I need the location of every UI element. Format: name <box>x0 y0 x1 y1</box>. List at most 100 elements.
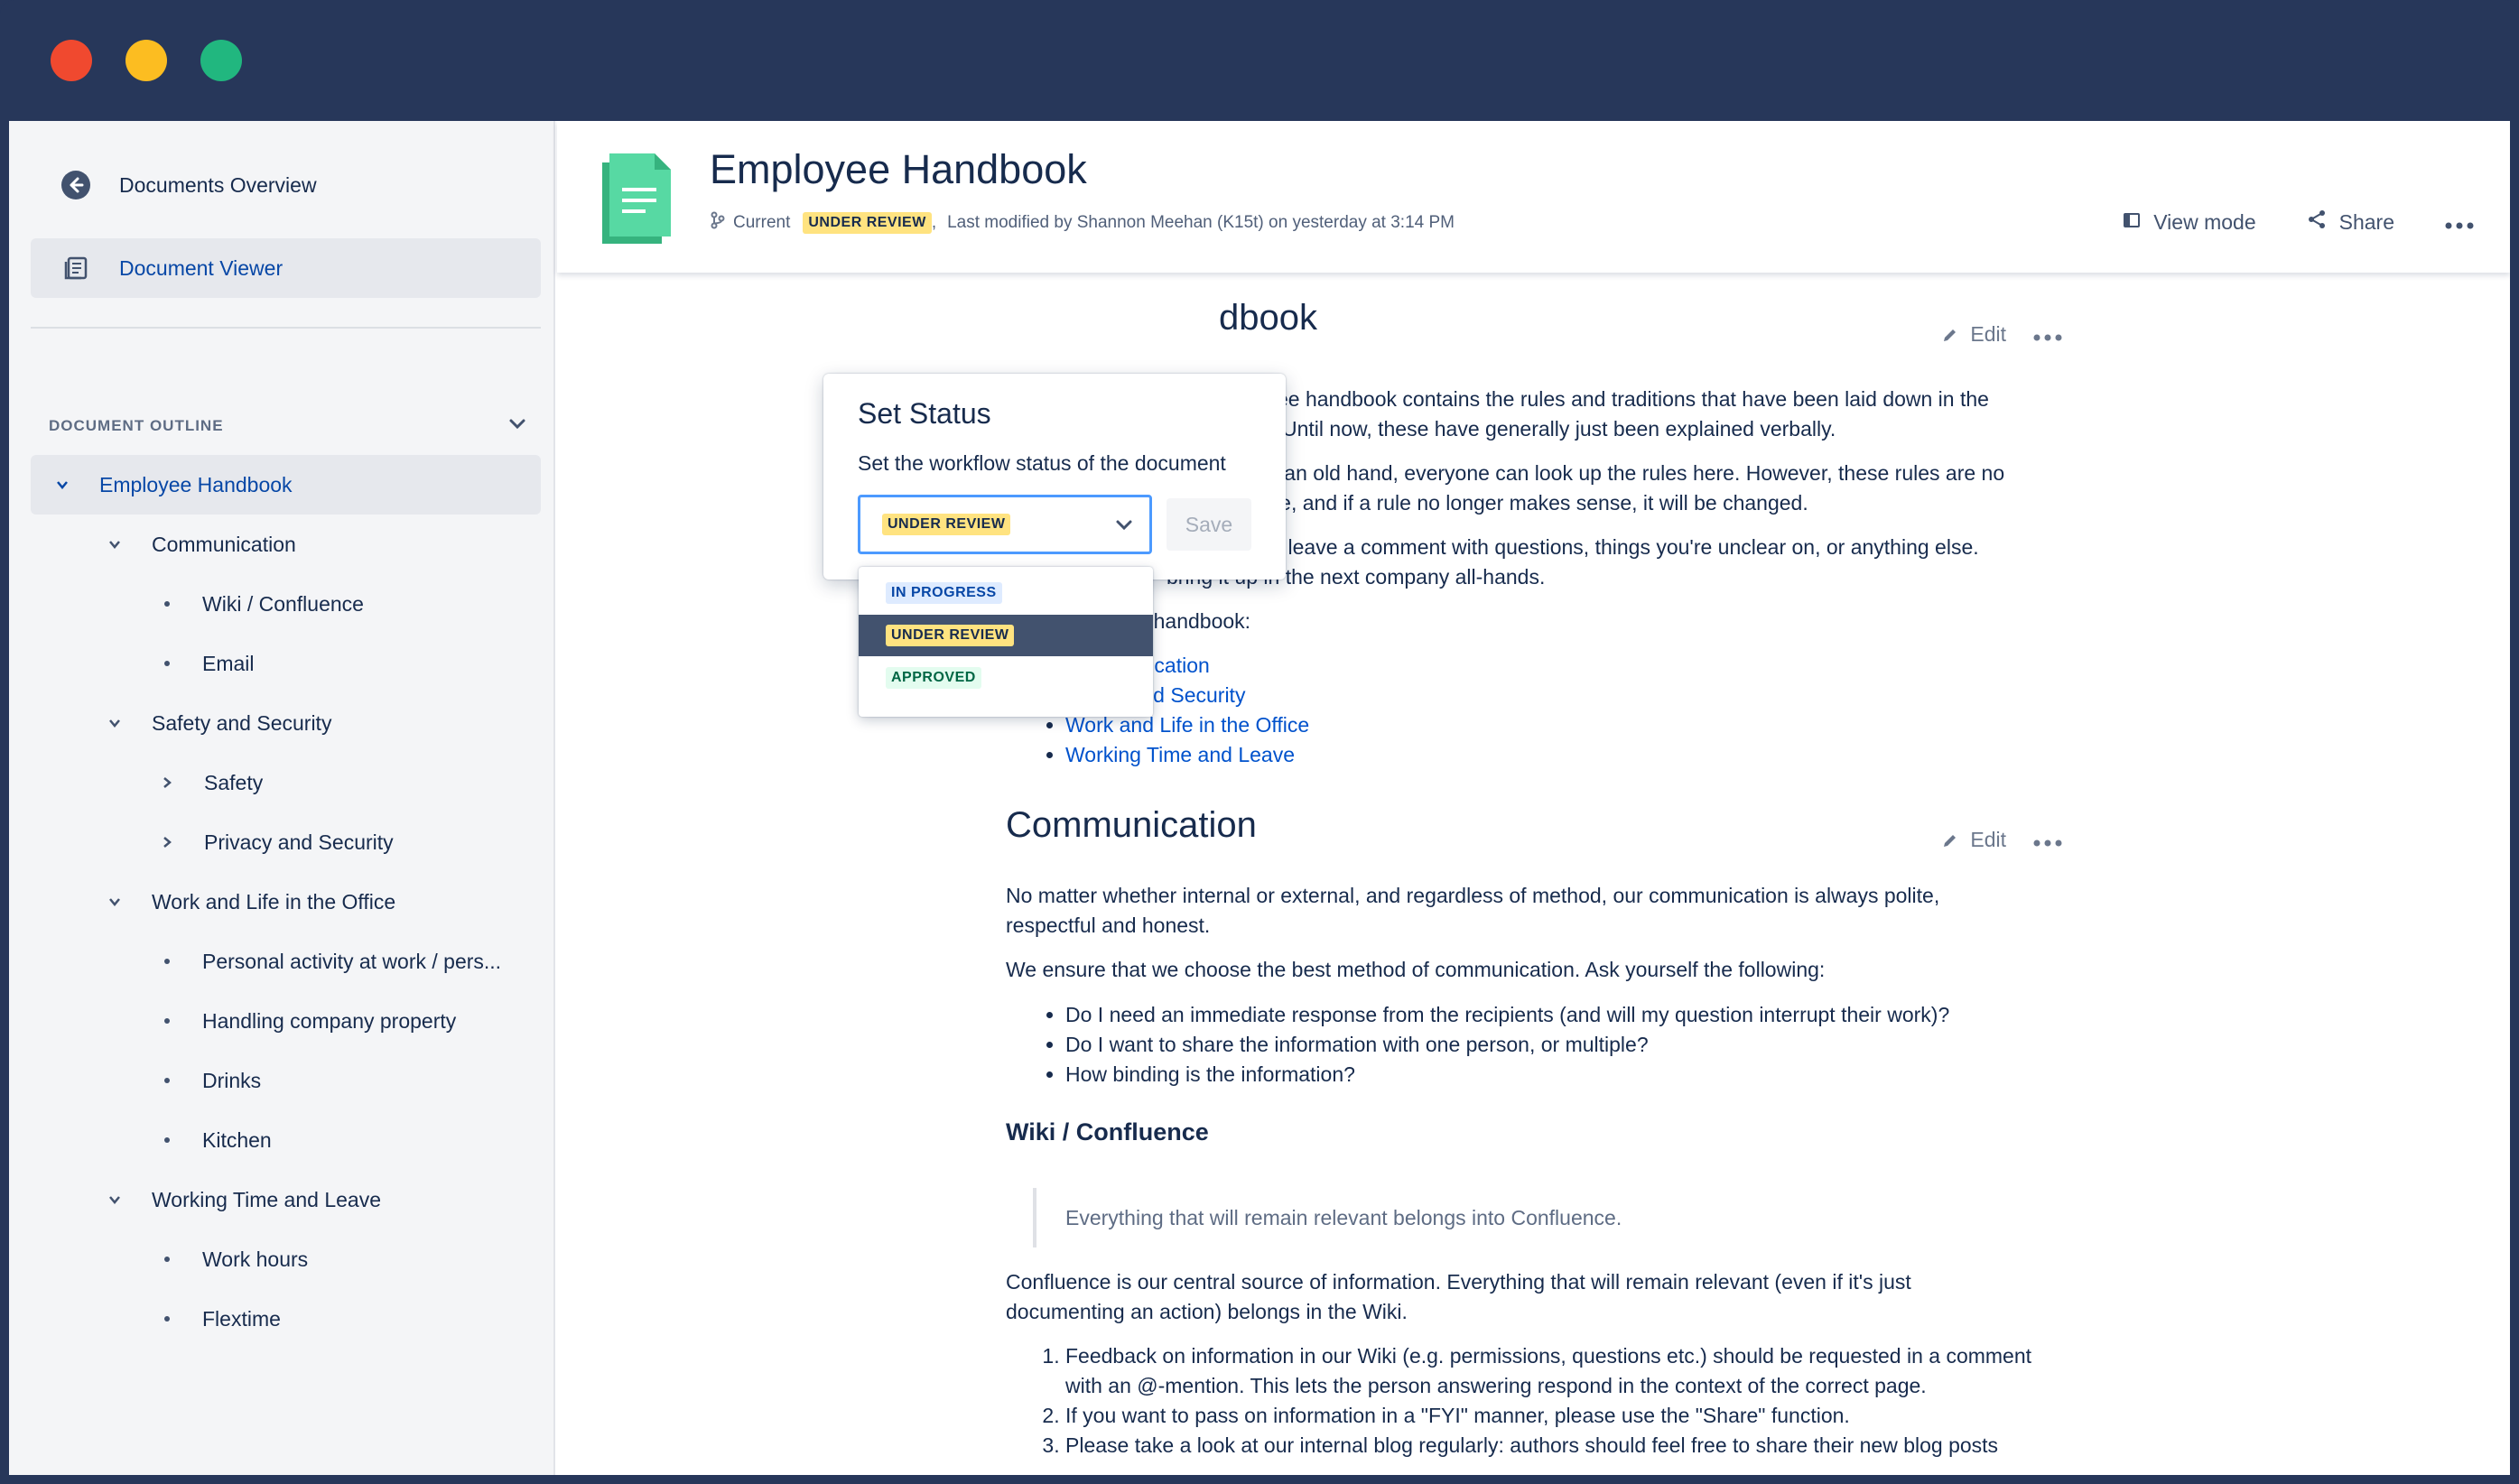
outline-item-wiki-confluence[interactable]: Wiki / Confluence <box>157 574 364 634</box>
list-item: Work and Life in the Office <box>1065 710 2050 740</box>
list-item: Do I need an immediate response from the… <box>1065 1000 2050 1030</box>
wiki-paragraph: Confluence is our central source of info… <box>1006 1270 1911 1323</box>
close-window-button[interactable] <box>51 40 92 81</box>
chevron-down-icon[interactable] <box>105 713 125 733</box>
outline-item-privacy-and-security[interactable]: Privacy and Security <box>157 812 394 872</box>
outline-item-email[interactable]: Email <box>157 634 255 693</box>
outline-item-working-time[interactable]: Working Time and Leave <box>105 1170 381 1229</box>
document-viewer-label: Document Viewer <box>119 255 284 280</box>
communication-section-actions: Edit <box>1941 825 2062 855</box>
edit-button[interactable]: Edit <box>1941 320 2006 349</box>
list-item: Safety and Security <box>1065 681 2050 710</box>
save-button[interactable]: Save <box>1167 498 1251 551</box>
edit-label: Edit <box>1970 828 2006 851</box>
outline-item-employee-handbook[interactable]: Employee Handbook <box>31 455 541 515</box>
chevron-down-icon[interactable] <box>105 892 125 912</box>
intro-paragraph-3-line-1: nd, please leave a comment with question… <box>1186 535 1979 559</box>
status-option-under-review[interactable]: UNDER REVIEW <box>859 615 1153 656</box>
intro-heading: dbook <box>1219 298 1317 338</box>
document-icon <box>602 153 671 244</box>
chevron-down-icon[interactable] <box>105 534 125 554</box>
document-outline-header[interactable]: DOCUMENT OUTLINE <box>49 413 527 438</box>
outline-item-label: Communication <box>152 532 296 556</box>
document-viewer-link[interactable]: Document Viewer <box>31 238 541 298</box>
outline-item-label: Safety <box>204 770 264 794</box>
status-option-label: IN PROGRESS <box>886 582 1002 604</box>
wiki-heading: Wiki / Confluence <box>1006 1118 1209 1145</box>
wiki-blockquote: Everything that will remain relevant bel… <box>1033 1188 1622 1247</box>
minimize-window-button[interactable] <box>125 40 167 81</box>
documents-overview-link[interactable]: Documents Overview <box>31 155 541 215</box>
outline-item-communication[interactable]: Communication <box>105 515 296 574</box>
chevron-down-icon <box>1113 514 1135 540</box>
pencil-icon <box>1944 834 1957 847</box>
bullet-icon <box>164 1078 170 1083</box>
view-mode-button[interactable]: View mode <box>2123 210 2256 235</box>
structure-list: Communication Safety and Security Work a… <box>1065 651 2050 770</box>
outline-item-safety-and-security[interactable]: Safety and Security <box>105 693 331 753</box>
intro-paragraph-3-line-2: bring it up in the next company all-hand… <box>1167 565 1546 589</box>
share-label: Share <box>2338 209 2394 234</box>
status-option-approved[interactable]: APPROVED <box>859 657 1153 699</box>
outline-item-label: Work hours <box>202 1247 309 1271</box>
communication-questions: Do I need an immediate response from the… <box>1065 1000 2050 1090</box>
set-status-dialog: Set Status Set the workflow status of th… <box>823 374 1286 580</box>
view-mode-icon <box>2123 210 2141 235</box>
status-badge[interactable]: UNDER REVIEW <box>803 212 932 234</box>
outline-item-label: Employee Handbook <box>99 472 293 496</box>
status-dropdown: IN PROGRESS UNDER REVIEW APPROVED <box>859 567 1153 717</box>
outline-item-label: Personal activity at work / pers... <box>202 949 502 973</box>
communication-paragraph-2: We ensure that we choose the best method… <box>1006 958 1826 981</box>
list-item: Please take a look at our internal blog … <box>1065 1431 2050 1461</box>
meta-separator: , <box>931 213 937 232</box>
status-option-label: UNDER REVIEW <box>886 625 1015 646</box>
outline-item-label: Safety and Security <box>152 710 332 735</box>
outline-item-drinks[interactable]: Drinks <box>157 1051 261 1110</box>
intro-paragraph-2-line-2: common sense, and if a rule no longer ma… <box>1150 491 1808 515</box>
window-titlebar <box>0 0 2519 121</box>
link-working-time[interactable]: Working Time and Leave <box>1065 743 1295 766</box>
outline-item-label: Work and Life in the Office <box>152 889 396 914</box>
chevron-down-icon[interactable] <box>105 1190 125 1210</box>
app-window: Documents Overview Document Viewer DOCUM… <box>9 121 2510 1475</box>
status-option-in-progress[interactable]: IN PROGRESS <box>859 572 1153 614</box>
outline-item-personal-activity[interactable]: Personal activity at work / pers... <box>157 932 501 991</box>
chevron-down-icon[interactable] <box>52 475 72 495</box>
outline-item-handling-company-property[interactable]: Handling company property <box>157 991 456 1051</box>
edit-label: Edit <box>1970 322 2006 346</box>
bullet-icon <box>164 661 170 666</box>
bullet-icon <box>164 601 170 607</box>
list-item: If you want to pass on information in a … <box>1065 1401 2050 1431</box>
maximize-window-button[interactable] <box>200 40 242 81</box>
set-status-title: Set Status <box>858 397 991 430</box>
chevron-right-icon[interactable] <box>157 773 177 793</box>
outline-item-kitchen[interactable]: Kitchen <box>157 1110 272 1170</box>
outline-item-label: Wiki / Confluence <box>202 591 364 616</box>
more-icon <box>2445 210 2474 235</box>
more-icon[interactable] <box>2033 320 2062 349</box>
outline-item-flextime[interactable]: Flextime <box>157 1289 281 1349</box>
more-icon[interactable] <box>2033 825 2062 855</box>
outline-item-label: Flextime <box>202 1306 281 1331</box>
outline-item-work-and-life[interactable]: Work and Life in the Office <box>105 872 395 932</box>
outline-item-label: Drinks <box>202 1068 262 1092</box>
list-item: Do I want to share the information with … <box>1065 1030 2050 1060</box>
documents-overview-label: Documents Overview <box>119 172 317 197</box>
outline-item-safety[interactable]: Safety <box>157 753 263 812</box>
list-item: Communication <box>1065 651 2050 681</box>
more-options-button[interactable] <box>2445 210 2474 235</box>
version-link[interactable]: Current <box>733 213 790 233</box>
share-button[interactable]: Share <box>2307 209 2394 235</box>
outline-item-label: Kitchen <box>202 1127 272 1152</box>
bullet-icon <box>164 1018 170 1024</box>
share-icon <box>2307 209 2327 235</box>
back-arrow-icon <box>60 169 92 201</box>
pencil-icon <box>1944 329 1957 341</box>
edit-button[interactable]: Edit <box>1941 825 2006 855</box>
chevron-right-icon[interactable] <box>157 832 177 852</box>
chevron-down-icon[interactable] <box>507 413 527 438</box>
outline-item-work-hours[interactable]: Work hours <box>157 1229 308 1289</box>
list-item: Feedback on information in our Wiki (e.g… <box>1065 1341 2050 1401</box>
status-select[interactable]: UNDER REVIEW <box>858 495 1152 554</box>
bullet-icon <box>164 1137 170 1143</box>
